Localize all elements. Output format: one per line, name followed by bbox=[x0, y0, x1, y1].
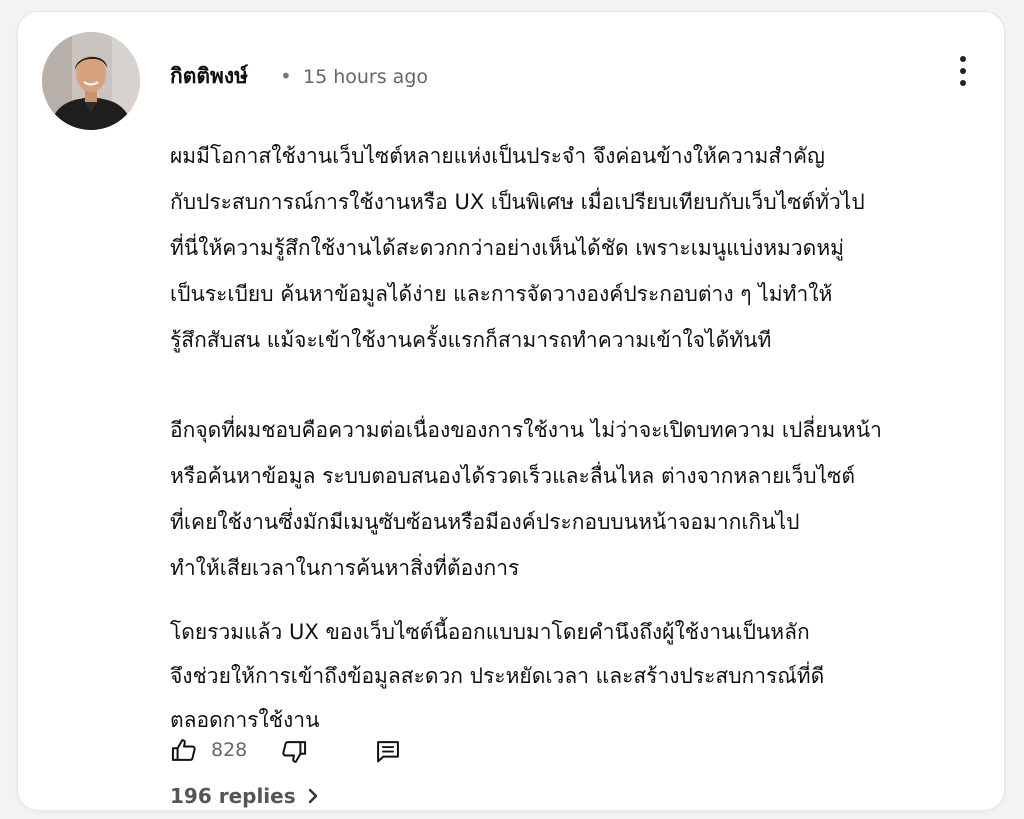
comment-text-line: กับประสบการณ์การใช้งานหรือ UX เป็นพิเศษ … bbox=[170, 190, 865, 214]
comment-text-line: ที่นี่ให้ความรู้สึกใช้งานได้สะดวกกว่าอย่… bbox=[170, 236, 844, 260]
comment-text-line: โดยรวมแล้ว UX ของเว็บไซต์นี้ออกแบบมาโดยค… bbox=[170, 620, 810, 644]
thumbs-up-icon bbox=[171, 739, 196, 761]
comment-text-line: ผมมีโอกาสใช้งานเว็บไซต์หลายแห่งเป็นประจำ… bbox=[170, 144, 825, 168]
comment-text-line: รู้สึกสับสน แม้จะเข้าใช้งานครั้งแรกก็สาม… bbox=[170, 328, 772, 352]
comment-text-line: หรือค้นหาข้อมูล ระบบตอบสนองได้รวดเร็วและ… bbox=[170, 464, 856, 488]
comment-card: กิตติพงษ์ • 15 hours ago ผมมีโอกาสใช้งาน… bbox=[18, 12, 1004, 810]
avatar[interactable] bbox=[42, 32, 140, 130]
author-name[interactable]: กิตติพงษ์ bbox=[170, 60, 248, 93]
meta-separator: • bbox=[280, 64, 292, 88]
more-vert-icon bbox=[960, 56, 966, 62]
replies-count-label: 196 replies bbox=[170, 784, 296, 808]
reply-button[interactable] bbox=[374, 738, 402, 766]
comment-text-line: เป็นระเบียบ ค้นหาข้อมูลได้ง่าย และการจัด… bbox=[170, 282, 833, 306]
like-count: 828 bbox=[211, 739, 248, 761]
avatar-photo bbox=[42, 32, 140, 130]
comment-timestamp[interactable]: 15 hours ago bbox=[303, 66, 428, 88]
comment-text-line: ที่เคยใช้งานซึ่งมักมีเมนูซับซ้อนหรือมีอง… bbox=[170, 510, 800, 534]
more-vert-icon-dot bbox=[960, 68, 966, 74]
chevron-right-icon bbox=[308, 788, 317, 804]
reply-icon bbox=[377, 741, 399, 763]
dislike-button[interactable] bbox=[280, 738, 308, 766]
more-options-button[interactable] bbox=[954, 56, 972, 86]
replies-toggle[interactable]: 196 replies bbox=[170, 784, 320, 808]
comment-text-line: จึงช่วยให้การเข้าถึงข้อมูลสะดวก ประหยัดเ… bbox=[170, 664, 825, 688]
comment-text-line: ตลอดการใช้งาน bbox=[170, 708, 320, 732]
comment-text-line: ทำให้เสียเวลาในการค้นหาสิ่งที่ต้องการ bbox=[170, 556, 520, 580]
like-button[interactable] bbox=[170, 736, 198, 764]
thumbs-down-icon bbox=[282, 741, 307, 763]
comment-text-line: อีกจุดที่ผมชอบคือความต่อเนื่องของการใช้ง… bbox=[170, 418, 882, 442]
more-vert-icon-dot bbox=[960, 80, 966, 86]
